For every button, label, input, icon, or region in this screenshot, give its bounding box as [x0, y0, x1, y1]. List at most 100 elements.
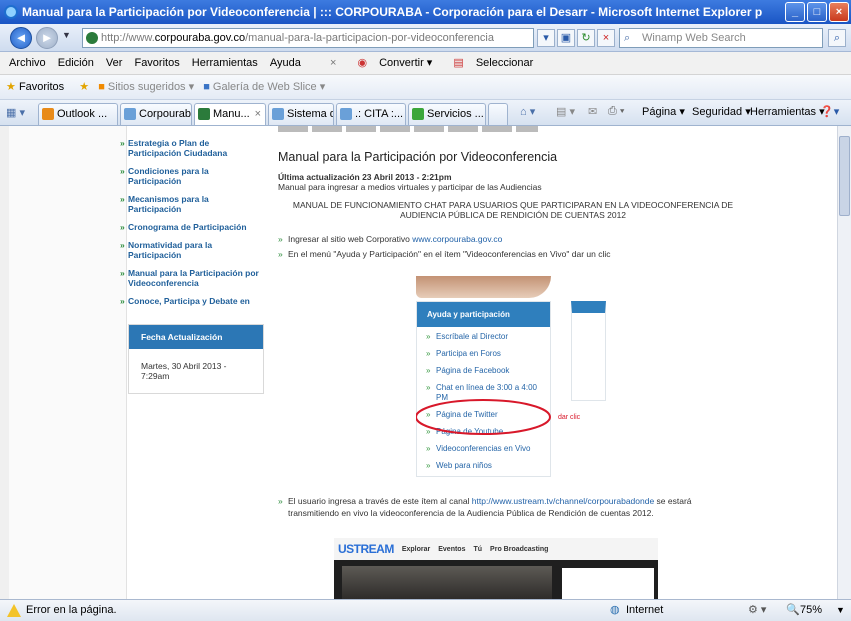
- back-button[interactable]: ◄: [10, 27, 32, 49]
- page-subtitle: Manual para ingresar a medios virtuales …: [278, 182, 542, 192]
- convertir-button[interactable]: ◉ Convertir ▾: [348, 52, 432, 74]
- step-3: El usuario ingresa a través de este ítem…: [278, 496, 708, 506]
- refresh-icon[interactable]: ↻: [577, 29, 595, 47]
- tools-menu[interactable]: Herramientas ▾: [750, 105, 825, 118]
- ustream-link[interactable]: http://www.ustream.tv/channel/corpouraba…: [472, 496, 654, 506]
- zoom-level[interactable]: 75%: [800, 600, 822, 621]
- manual-heading-line1: MANUAL DE FUNCIONAMIENTO CHAT PARA USUAR…: [292, 200, 734, 210]
- outlook-icon: [42, 108, 54, 120]
- new-tab-button[interactable]: [488, 103, 508, 125]
- menu-archivo[interactable]: Archivo: [9, 52, 46, 74]
- sitios-sugeridos-link[interactable]: ■ Sitios sugeridos ▾: [98, 81, 194, 93]
- page-viewport: Estrategia o Plan de Participación Ciuda…: [0, 126, 851, 599]
- ustream-nav-explorar[interactable]: Explorar: [402, 546, 430, 553]
- search-go-icon[interactable]: ⌕: [828, 29, 846, 47]
- search-engine-icon: ⌕: [624, 32, 631, 44]
- vertical-scrollbar[interactable]: [837, 126, 851, 599]
- corpouraba-link[interactable]: www.corpouraba.gov.co: [412, 234, 502, 244]
- window-title: Manual para la Participación por Videoco…: [22, 5, 763, 19]
- last-updated: Última actualización 23 Abril 2013 - 2:2…: [278, 172, 452, 182]
- zoom-icon[interactable]: 🔍: [786, 600, 800, 621]
- warning-icon[interactable]: [7, 604, 21, 617]
- add-favorites-icon[interactable]: ★: [79, 81, 89, 93]
- maximize-button[interactable]: □: [807, 2, 827, 22]
- ustream-chat-panel: [562, 568, 654, 599]
- sidebar-item-mecanismos[interactable]: Mecanismos para la Participación: [118, 192, 263, 216]
- tab-sistema[interactable]: Sistema d...: [268, 103, 334, 125]
- internet-zone-icon: ◍: [610, 604, 620, 616]
- ustream-screenshot: USTREAM Explorar Eventos Tú Pro Broadcas…: [334, 538, 658, 599]
- minimize-button[interactable]: _: [785, 2, 805, 22]
- tab-bar: ▦ ▾ Outlook ... Corpouraba Manu... × Sist…: [0, 100, 851, 126]
- tab-close-icon[interactable]: ×: [255, 104, 261, 124]
- sidebar-item-normatividad[interactable]: Normatividad para la Participación: [118, 238, 263, 262]
- ustream-nav-eventos[interactable]: Eventos: [438, 546, 465, 553]
- close-toolbar-icon[interactable]: ×: [330, 52, 336, 74]
- sidebar-item-cronograma[interactable]: Cronograma de Participación: [118, 220, 263, 234]
- ie-page-icon: [340, 108, 352, 120]
- step-2: En el menú "Ayuda y Participación" en el…: [278, 249, 748, 259]
- history-dropdown-icon[interactable]: ▼: [62, 30, 71, 40]
- help-icon[interactable]: ❓▾: [820, 105, 839, 118]
- mail-icon[interactable]: ✉: [588, 105, 597, 118]
- pdf-icon: ◉: [357, 57, 368, 69]
- site-icon: [198, 108, 210, 120]
- stop-icon[interactable]: ×: [597, 29, 615, 47]
- sidebar-item-condiciones[interactable]: Condiciones para la Participación: [118, 164, 263, 188]
- page-menu[interactable]: Página ▾: [642, 105, 685, 118]
- tab-cita[interactable]: .: CITA :...: [336, 103, 406, 125]
- sidebar-item-conoce[interactable]: Conoce, Participa y Debate en: [118, 294, 263, 308]
- ie-logo-icon: [4, 5, 18, 19]
- ustream-nav-tu[interactable]: Tú: [473, 546, 482, 553]
- highlight-ellipse: [416, 399, 551, 435]
- print-icon[interactable]: ⎙ ▾: [608, 105, 624, 118]
- quick-tabs-icon[interactable]: ▦ ▾: [6, 106, 25, 119]
- ustream-nav-pro[interactable]: Pro Broadcasting: [490, 546, 548, 553]
- servicios-icon: [412, 108, 424, 120]
- menu-ver[interactable]: Ver: [106, 52, 123, 74]
- menu-favoritos[interactable]: Favoritos: [134, 52, 179, 74]
- sidebar-item-estrategia[interactable]: Estrategia o Plan de Participación Ciuda…: [118, 136, 263, 160]
- tab-corpouraba[interactable]: Corpouraba: [120, 103, 192, 125]
- select-icon: ▤: [453, 57, 464, 69]
- fecha-value: Martes, 30 Abril 2013 - 7:29am: [129, 349, 263, 393]
- favorites-button[interactable]: Favoritos: [19, 81, 64, 93]
- status-bar: Error en la página. ◍ Internet ⚙ ▾ 🔍 75%…: [0, 599, 851, 621]
- ustream-header: USTREAM Explorar Eventos Tú Pro Broadcas…: [334, 538, 658, 560]
- ie-page-icon: [124, 108, 136, 120]
- page-title: Manual para la Participación por Videoco…: [278, 150, 558, 164]
- home-icon[interactable]: ⌂ ▾: [520, 105, 535, 118]
- protected-mode-icon[interactable]: ⚙ ▾: [748, 600, 766, 621]
- forward-button[interactable]: ►: [36, 27, 58, 49]
- sidebar-item-manual[interactable]: Manual para la Participación por Videoco…: [118, 266, 263, 290]
- step-1: Ingresar al sitio web Corporativo www.co…: [278, 234, 748, 244]
- ustream-logo: USTREAM: [338, 542, 394, 556]
- seleccionar-button[interactable]: ▤ Seleccionar: [444, 52, 533, 74]
- ustream-video: [342, 566, 552, 599]
- feeds-icon[interactable]: ▤ ▾: [556, 105, 575, 118]
- search-input[interactable]: ⌕ Winamp Web Search: [619, 28, 823, 48]
- close-button[interactable]: ×: [829, 2, 849, 22]
- step-3-continued: transmitiendo en vivo la videoconferenci…: [288, 508, 654, 518]
- feed-icon: ■: [98, 81, 105, 93]
- breadcrumb: [278, 126, 538, 132]
- security-menu[interactable]: Seguridad ▾: [692, 105, 751, 118]
- fecha-title: Fecha Actualización: [129, 325, 263, 349]
- status-error[interactable]: Error en la página.: [26, 600, 117, 621]
- zoom-dropdown-icon[interactable]: ▼: [836, 600, 845, 621]
- tab-servicios[interactable]: Servicios ...: [408, 103, 486, 125]
- fecha-actualizacion-box: Fecha Actualización Martes, 30 Abril 201…: [128, 324, 264, 394]
- menu-edicion[interactable]: Edición: [58, 52, 94, 74]
- site-favicon-icon: [86, 32, 98, 44]
- tab-outlook[interactable]: Outlook ...: [38, 103, 118, 125]
- galeria-link[interactable]: ■ Galería de Web Slice ▾: [203, 81, 325, 93]
- compat-view-icon[interactable]: ▣: [557, 29, 575, 47]
- menu-ayuda[interactable]: Ayuda: [270, 52, 301, 74]
- tab-manual[interactable]: Manu... ×: [194, 103, 266, 125]
- url-input[interactable]: http://www.corpouraba.gov.co/manual-para…: [82, 28, 534, 48]
- url-dropdown-icon[interactable]: ▾: [537, 29, 555, 47]
- scrollbar-thumb[interactable]: [839, 136, 850, 216]
- address-bar: ◄ ► ▼ http://www.corpouraba.gov.co/manua…: [0, 24, 851, 52]
- favorites-star-icon: ★: [6, 81, 16, 93]
- menu-herramientas[interactable]: Herramientas: [192, 52, 258, 74]
